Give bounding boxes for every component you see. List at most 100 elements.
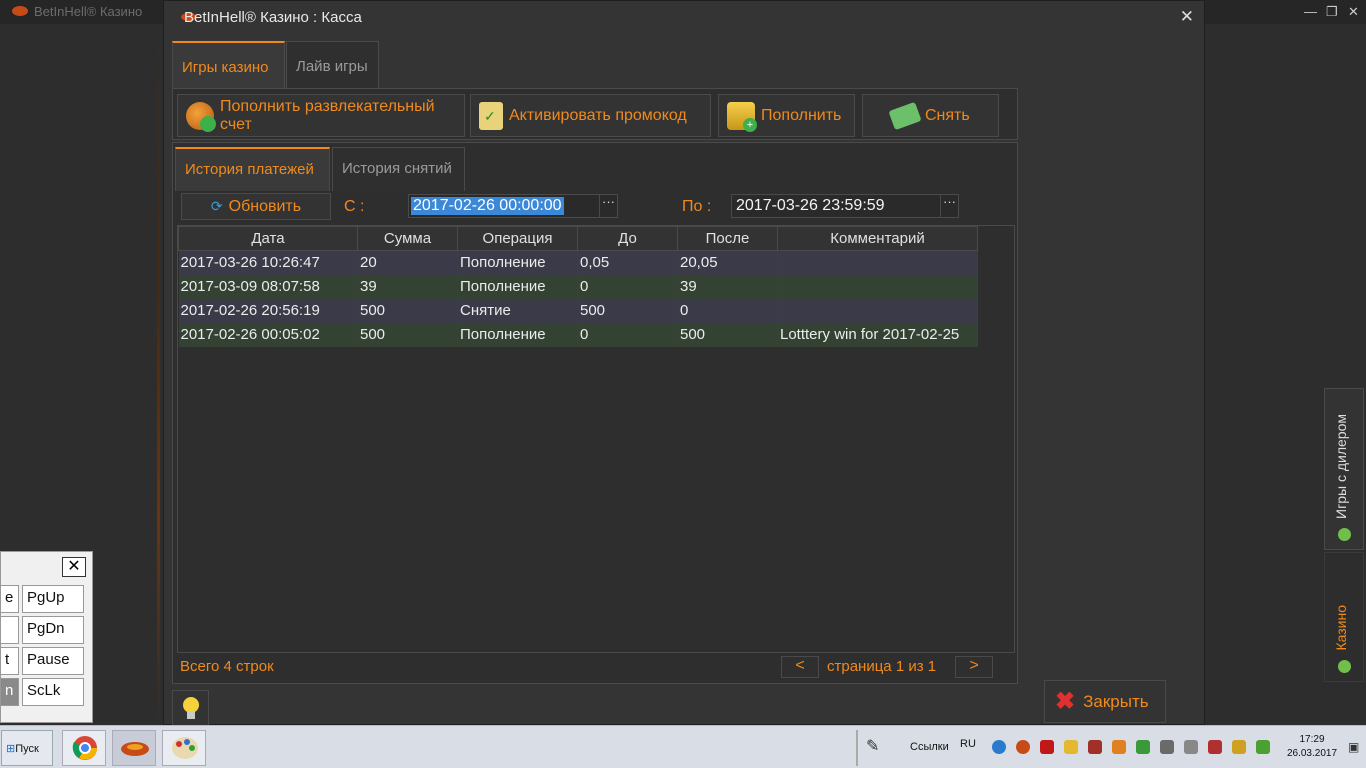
cell-amount: 500 [357,298,458,323]
cell-amount: 20 [357,250,458,275]
keyboard-key-sclk[interactable]: ScLk [22,678,84,706]
ie-icon[interactable] [992,740,1006,754]
keyboard-key-pause[interactable]: Pause [22,647,84,675]
coins-exchange-icon [186,101,216,132]
cell-operation: Пополнение [457,322,578,347]
to-label: По : [682,198,712,215]
column-header-comment[interactable]: Комментарий [777,226,978,251]
taskbar: ⊞Пуск ✎ Ссылки RU 17:29 26.03.2017 ▣ [0,725,1366,768]
cashier-toolbar: Пополнить развлекательный счет ✓ Активир… [172,88,1018,140]
column-header-after[interactable]: После [677,226,778,251]
tab-casino-games[interactable]: Игры казино [172,41,285,88]
language-indicator[interactable]: RU [960,738,976,750]
acrobat-icon[interactable] [1040,740,1054,754]
app-icon[interactable] [1136,740,1150,754]
prev-page-button[interactable]: < [781,656,819,678]
nvidia-icon[interactable] [1256,740,1270,754]
filter-bar: ⟳ Обновить С : 2017-02-26 00:00:00 ··· П… [176,190,1016,226]
table-row[interactable]: 2017-03-26 10:26:47 20 Пополнение 0,05 2… [178,250,978,275]
keyboard-close-button[interactable]: ✕ [62,557,86,577]
table-row[interactable]: 2017-03-09 08:07:58 39 Пополнение 0 39 [178,274,978,299]
refresh-button[interactable]: ⟳ Обновить [181,193,331,220]
tool-icon[interactable] [1088,740,1102,754]
cell-comment [777,274,978,299]
cell-before: 0 [577,322,678,347]
keyboard-key[interactable]: n [0,678,19,706]
betinhell-tray-icon[interactable] [1016,740,1030,754]
column-header-date[interactable]: Дата [178,226,358,251]
deposit-entertainment-button[interactable]: Пополнить развлекательный счет [177,94,465,137]
table-row[interactable]: 2017-02-26 00:05:02 500 Пополнение 0 500… [178,322,978,347]
window-close-icon[interactable]: ✕ [1180,7,1194,27]
user-icon[interactable] [1232,740,1246,754]
side-tab-dealer-games[interactable]: Игры с дилером [1324,388,1364,550]
deposit-label: Пополнить [761,106,842,124]
activate-promo-label: Активировать промокод [509,106,687,124]
column-header-operation[interactable]: Операция [457,226,578,251]
banknote-icon [888,101,922,130]
links-toolbar[interactable]: Ссылки [910,741,949,753]
lightbulb-icon [183,697,199,719]
cell-date: 2017-02-26 20:56:19 [178,298,358,323]
minimize-icon[interactable]: — [1304,4,1317,19]
payments-table: Дата Сумма Операция До После Комментарий… [177,225,1015,653]
palette-icon [172,737,198,759]
tips-button[interactable] [172,690,209,726]
deposit-button[interactable]: + Пополнить [718,94,855,137]
cell-comment [777,250,978,275]
close-x-icon: ✖ [1055,688,1076,715]
close-icon[interactable]: ✕ [1348,4,1359,20]
next-page-button[interactable]: > [955,656,993,678]
cell-before: 0,05 [577,250,678,275]
tab-payment-history[interactable]: История платежей [175,147,330,191]
pen-input-icon[interactable]: ✎ [866,736,879,756]
desktop-icon[interactable]: ▣ [1348,740,1359,754]
cell-after: 20,05 [677,250,778,275]
keyboard-key[interactable]: t [0,647,19,675]
keyboard-key-pgup[interactable]: PgUp [22,585,84,613]
restore-icon[interactable]: ❐ [1326,4,1338,20]
column-header-before[interactable]: До [577,226,678,251]
windows-logo-icon: ⊞ [6,743,16,755]
side-tab-casino[interactable]: Казино [1324,552,1364,682]
rows-total-label: Всего 4 строк [180,658,274,675]
column-header-amount[interactable]: Сумма [357,226,458,251]
close-button[interactable]: ✖ Закрыть [1044,680,1166,723]
tab-live-games[interactable]: Лайв игры [286,41,379,88]
cell-operation: Снятие [457,298,578,323]
tab-withdrawal-history[interactable]: История снятий [332,147,465,191]
table-row[interactable]: 2017-02-26 20:56:19 500 Снятие 500 0 [178,298,978,323]
clock-date: 26.03.2017 [1286,748,1338,759]
keyboard-key[interactable] [0,616,19,644]
taskbar-clock[interactable]: 17:29 26.03.2017 [1282,733,1342,761]
start-button[interactable]: ⊞Пуск [1,730,53,766]
taskbar-betinhell[interactable] [112,730,156,766]
chrome-icon [72,736,97,760]
volume-muted-icon[interactable] [1208,740,1222,754]
withdraw-button[interactable]: Снять [862,94,999,137]
refresh-icon: ⟳ [210,198,223,214]
cell-date: 2017-02-26 00:05:02 [178,322,358,347]
table-header-row: Дата Сумма Операция До После Комментарий [178,226,978,251]
to-date-picker-button[interactable]: ··· [940,194,958,218]
to-date-input[interactable]: 2017-03-26 23:59:59 ··· [731,194,959,218]
page-info: страница 1 из 1 [827,658,937,675]
keyboard-key[interactable]: e [0,585,19,613]
cell-after: 39 [677,274,778,299]
taskbar-chrome[interactable] [62,730,106,766]
deposit-entertainment-label: Пополнить развлекательный счет [220,97,435,133]
side-tab-label: Игры с дилером [1333,414,1349,519]
network-icon[interactable] [1160,740,1174,754]
from-date-picker-button[interactable]: ··· [599,194,617,218]
cell-before: 500 [577,298,678,323]
cell-comment [777,298,978,323]
shield-icon[interactable] [1064,740,1078,754]
taskbar-paint[interactable] [162,730,206,766]
keyboard-key-pgdn[interactable]: PgDn [22,616,84,644]
from-date-input[interactable]: 2017-02-26 00:00:00 ··· [408,194,618,218]
app-icon[interactable] [1112,740,1126,754]
coins-add-icon: + [727,101,757,132]
checklist-icon: ✓ [479,101,503,130]
display-icon[interactable] [1184,740,1198,754]
activate-promo-button[interactable]: ✓ Активировать промокод [470,94,711,137]
